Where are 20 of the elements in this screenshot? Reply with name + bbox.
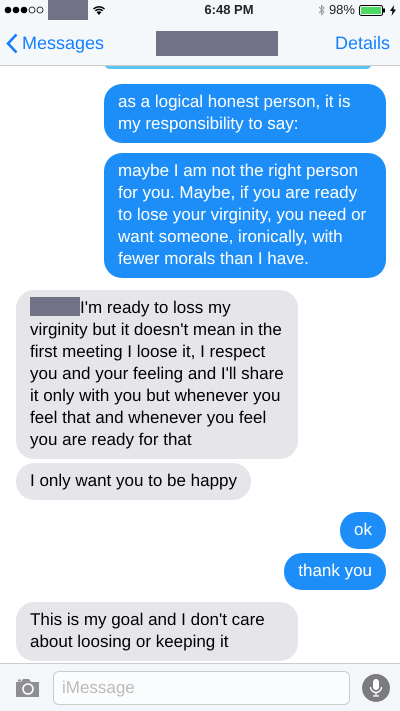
- message-input[interactable]: iMessage: [53, 670, 350, 704]
- message-text: This is my goal and I don't care about loosing or keeping it: [30, 610, 265, 651]
- back-chevron-icon[interactable]: [6, 32, 18, 54]
- message-text: I only want you to be happy: [30, 471, 237, 490]
- message-text: as a logical honest person, it is my responsibility to say:: [118, 92, 350, 133]
- battery-percent: 98%: [328, 1, 355, 20]
- wifi-icon: [92, 5, 106, 15]
- clock-time: 6:48 PM: [204, 1, 254, 20]
- bluetooth-icon: [318, 4, 325, 16]
- message-text: ok: [354, 520, 372, 539]
- signal-icon: [4, 6, 44, 14]
- camera-icon[interactable]: [14, 678, 41, 698]
- message-text: maybe I am not the right person for you. Maybe, if you are ready to lose your virginity, you need or want someone, ironically, with fewer morals than I have.: [118, 161, 366, 268]
- battery-icon: [358, 4, 386, 16]
- microphone-icon[interactable]: [362, 674, 390, 702]
- message-text: I'm ready to loss my virginity but it doesn't mean in the first meeting I loose it, I respect you and your feeling and I'll share it only with you but whenever you feel that and whenever you feel you are ready for that: [30, 298, 284, 449]
- redaction-bar: [48, 0, 88, 20]
- details-button[interactable]: Details: [334, 30, 390, 56]
- back-button[interactable]: Messages: [6, 30, 104, 56]
- message-text: thank you: [298, 561, 372, 580]
